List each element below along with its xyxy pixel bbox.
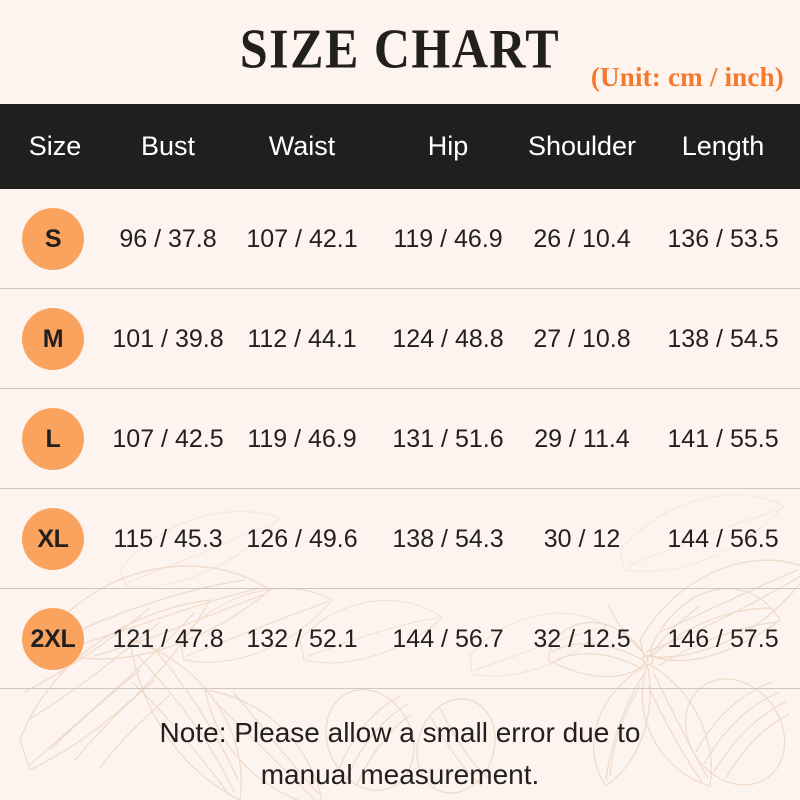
size-chart-root: SIZE CHART (Unit: cm / inch) Size Bust Wai… — [0, 0, 800, 800]
table-body: S 96 / 37.8 107 / 42.1 119 / 46.9 26 / 10.4 1… — [0, 189, 800, 689]
footer-note: Note: Please allow a small error due to … — [0, 700, 800, 796]
column-header-length: Length — [681, 131, 765, 161]
table-row: M 101 / 39.8 112 / 44.1 124 / 48.8 27 / 10.8… — [0, 289, 800, 389]
footer-note-line-1: Note: Please allow a small error due to — [159, 717, 641, 748]
cell-length: 136 / 53.5 — [667, 225, 779, 253]
table-row: 2XL 121 / 47.8 132 / 52.1 144 / 56.7 32 / 12… — [0, 589, 800, 689]
unit-note: (Unit: cm / inch) — [590, 62, 784, 92]
table-header-row: Size Bust Waist Hip Shoulder Length — [0, 104, 800, 189]
footer-note-line-2: manual measurement. — [260, 759, 540, 790]
table-row: S 96 / 37.8 107 / 42.1 119 / 46.9 26 / 10.4 1… — [0, 189, 800, 289]
title-area: SIZE CHART (Unit: cm / inch) — [0, 0, 800, 104]
cell-length: 146 / 57.5 — [667, 625, 779, 653]
cell-length: 141 / 55.5 — [667, 425, 779, 453]
cell-length: 138 / 54.5 — [667, 325, 779, 353]
cell-length: 144 / 56.5 — [667, 525, 779, 553]
table-row: L 107 / 42.5 119 / 46.9 131 / 51.6 29 / 11.4… — [0, 389, 800, 489]
table-row: XL 115 / 45.3 126 / 49.6 138 / 54.3 30 / 12 1… — [0, 489, 800, 589]
